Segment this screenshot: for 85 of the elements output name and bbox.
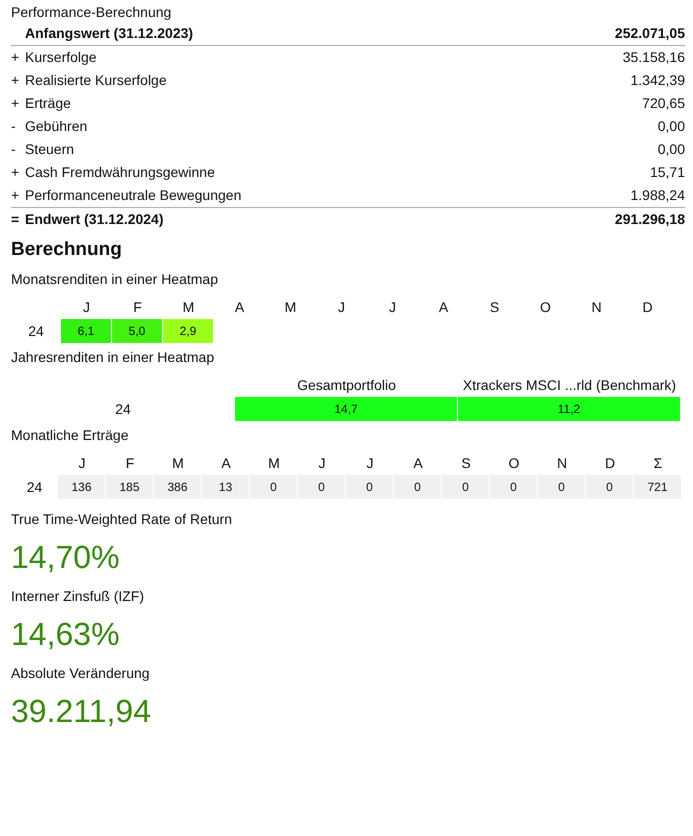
year-label: 24 [27, 323, 45, 339]
table-cell: 0 [490, 475, 537, 499]
row-value: 0,00 [658, 117, 685, 136]
sign: - [11, 140, 17, 159]
row-label: Cash Fremdwährungsgewinne [25, 163, 216, 182]
month-header: A [412, 454, 424, 473]
row-label: Realisierte Kurserfolge [25, 71, 168, 90]
month-header: J [337, 298, 346, 317]
heading: Berechnung [11, 239, 123, 261]
month-header: F [132, 298, 143, 317]
table-cell: 0 [538, 475, 585, 499]
row-label: Performanceneutrale Bewegungen [25, 186, 242, 205]
year-label: 24 [114, 401, 132, 417]
row-value: 720,65 [642, 94, 685, 113]
month-header: A [220, 454, 232, 473]
row-value: 291.296,18 [614, 210, 685, 229]
month-header: O [508, 454, 520, 473]
month-header: M [171, 454, 185, 473]
row-label: Kurserfolge [25, 48, 98, 67]
month-header: F [124, 454, 136, 473]
table-cell: 13 [202, 475, 249, 499]
row-label: Anfangswert (31.12.2023) [25, 24, 194, 43]
row-label: Erträge [25, 94, 72, 113]
heatmap-cell: 5,0 [112, 319, 162, 343]
month-header: Σ [652, 454, 664, 473]
row-value: 1.342,39 [630, 71, 685, 90]
month-header: J [78, 454, 86, 473]
metric-label: True Time-Weighted Rate of Return [11, 511, 233, 527]
month-header: O [539, 298, 552, 317]
sign: + [11, 163, 20, 182]
column-header: Xtrackers MSCI ...rld (Benchmark) [462, 376, 678, 395]
metric-value: 14,63% [11, 616, 121, 653]
table-cell: 0 [250, 475, 297, 499]
month-header: J [82, 298, 91, 317]
row-value: 252.071,05 [614, 24, 685, 43]
metric-value: 14,70% [11, 539, 121, 576]
month-header: M [182, 298, 196, 317]
row-label: Gebühren [25, 117, 88, 136]
month-header: M [267, 454, 281, 473]
table-cell: 185 [106, 475, 153, 499]
section-title: Performance-Berechnung [11, 3, 172, 22]
subheading: Jahresrenditen in einer Heatmap [11, 349, 216, 365]
month-header: J [318, 454, 326, 473]
table-cell: 721 [634, 475, 681, 499]
month-header: M [284, 298, 298, 317]
table-cell: 0 [442, 475, 489, 499]
table-cell: 386 [154, 475, 201, 499]
month-header: S [460, 454, 472, 473]
month-header: S [488, 298, 500, 317]
row-value: 0,00 [658, 140, 685, 159]
row-label: Endwert (31.12.2024) [25, 210, 165, 229]
month-header: J [388, 298, 397, 317]
row-label: Steuern [25, 140, 76, 159]
metric-label: Absolute Veränderung [11, 665, 151, 681]
subheading: Monatliche Erträge [11, 427, 130, 443]
metric-value: 39.211,94 [11, 693, 152, 730]
sign: + [11, 94, 20, 113]
month-header: N [556, 454, 568, 473]
sign: + [11, 186, 20, 205]
month-header: N [590, 298, 603, 317]
heatmap-cell: 2,9 [163, 319, 213, 343]
heatmap-cell: 11,2 [458, 397, 680, 421]
month-header: A [234, 298, 246, 317]
sign: + [11, 71, 20, 90]
year-label: 24 [26, 479, 44, 495]
month-header: A [438, 298, 450, 317]
sign: + [11, 48, 20, 67]
row-value: 35.158,16 [622, 48, 685, 67]
metric-label: Interner Zinsfuß (IZF) [11, 588, 146, 604]
sign: - [11, 117, 17, 136]
subheading: Monatsrenditen in einer Heatmap [11, 271, 220, 287]
month-header: D [604, 454, 616, 473]
table-cell: 0 [394, 475, 441, 499]
table-cell: 0 [346, 475, 393, 499]
heatmap-cell: 14,7 [235, 397, 457, 421]
sign: = [11, 210, 20, 229]
heatmap-cell: 6,1 [61, 319, 111, 343]
month-header: J [366, 454, 374, 473]
row-value: 15,71 [650, 163, 685, 182]
table-cell: 0 [586, 475, 633, 499]
month-header: D [641, 298, 654, 317]
table-cell: 136 [58, 475, 105, 499]
column-header: Gesamtportfolio [296, 376, 397, 395]
row-value: 1.988,24 [630, 186, 685, 205]
table-cell: 0 [298, 475, 345, 499]
